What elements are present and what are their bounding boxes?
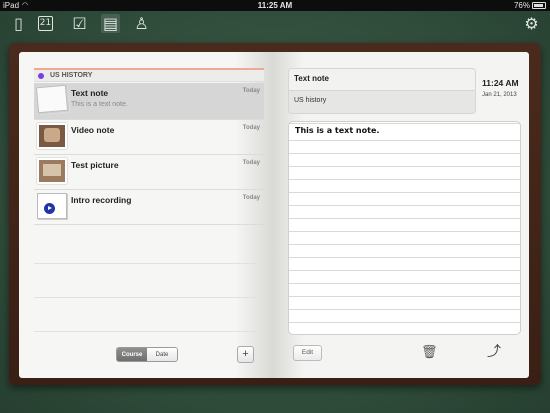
calendar-icon[interactable]: 21: [38, 16, 53, 31]
detail-time: 11:24 AM: [482, 78, 519, 88]
share-icon[interactable]: ⤴: [483, 344, 505, 361]
note-date: Today: [242, 125, 260, 131]
add-note-button[interactable]: +: [237, 346, 254, 363]
course-color-dot: [38, 72, 44, 79]
note-body-area[interactable]: This is a text note.: [288, 121, 521, 335]
detail-title[interactable]: Text note: [289, 69, 475, 91]
status-time: 11:25 AM: [257, 1, 293, 10]
note-row-video-note[interactable]: Video note Today: [34, 120, 264, 155]
note-body-text: This is a text note.: [295, 126, 380, 135]
note-row-intro-recording[interactable]: Intro recording Today: [34, 190, 264, 225]
battery-icon: [532, 2, 546, 9]
sort-segmented-control: Course Date: [116, 347, 178, 362]
note-date: Today: [242, 88, 260, 94]
text-note-thumbnail: [35, 84, 69, 114]
empty-list-rows: [34, 230, 264, 334]
detail-date: Jan 21, 2013: [482, 92, 517, 98]
note-row-text-note[interactable]: Text note This is a text note. Today: [34, 83, 264, 120]
note-title: Test picture: [71, 160, 119, 170]
audio-play-icon: [37, 193, 67, 219]
sort-date-button[interactable]: Date: [147, 348, 177, 361]
note-list: Text note This is a text note. Today Vid…: [34, 83, 264, 225]
sort-course-button[interactable]: Course: [117, 348, 147, 361]
note-date: Today: [242, 160, 260, 166]
notebooks-icon[interactable]: ▯: [9, 14, 28, 33]
settings-icon[interactable]: ⚙: [522, 14, 541, 33]
note-title: Text note: [71, 88, 109, 98]
tasks-icon[interactable]: ☑: [70, 14, 89, 33]
course-name: US HISTORY: [50, 72, 93, 79]
video-thumbnail: [37, 123, 67, 149]
teacher-icon[interactable]: ♙: [132, 14, 151, 33]
trash-icon[interactable]: 🗑: [421, 344, 438, 361]
note-row-test-picture[interactable]: Test picture Today: [34, 155, 264, 190]
course-header[interactable]: US HISTORY: [34, 68, 264, 82]
battery-percent: 76%: [513, 1, 530, 10]
calendar-day: 21: [39, 18, 52, 28]
notes-icon[interactable]: ▤: [101, 14, 120, 33]
note-title: Intro recording: [71, 195, 132, 205]
note-detail-header: Text note US history: [288, 68, 476, 114]
picture-thumbnail: [37, 158, 67, 184]
detail-course[interactable]: US history: [294, 97, 326, 104]
status-bar: iPad ◠ 11:25 AM 76%: [0, 0, 550, 11]
note-preview: This is a text note.: [71, 101, 128, 108]
note-date: Today: [242, 195, 260, 201]
edit-button[interactable]: Edit: [293, 345, 322, 361]
note-title: Video note: [71, 125, 115, 135]
